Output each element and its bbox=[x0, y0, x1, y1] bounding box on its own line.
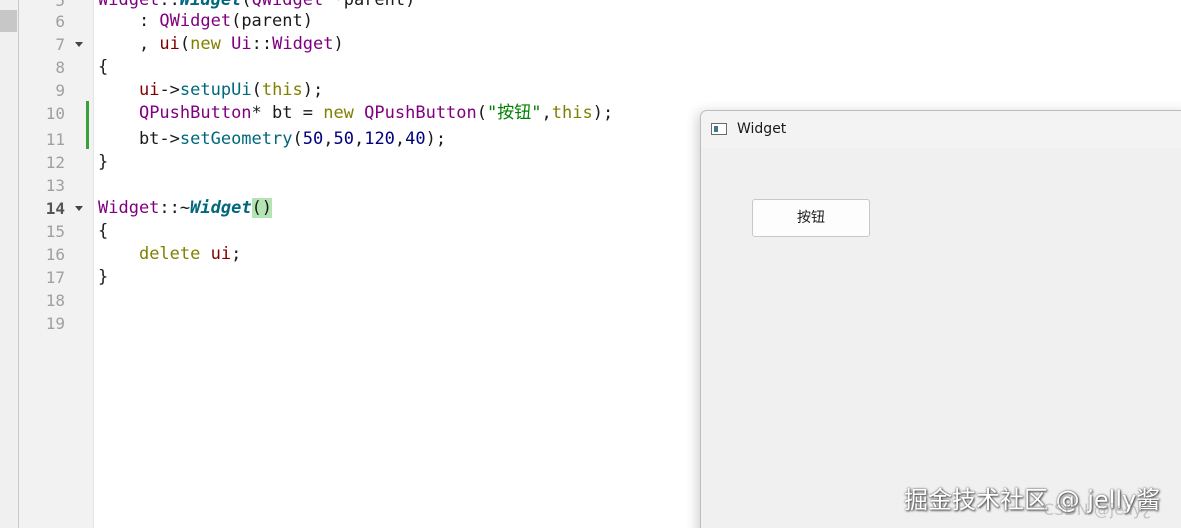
code-editor[interactable]: Widget::Widget(QWidget *parent) : QWidge… bbox=[98, 0, 708, 528]
code-line: { bbox=[98, 220, 108, 243]
code-token: , bbox=[394, 129, 406, 149]
line-number: 19 bbox=[45, 314, 65, 333]
code-token: bt-> bbox=[98, 129, 180, 149]
code-token: } bbox=[98, 267, 109, 287]
code-token: Widget bbox=[179, 0, 242, 10]
code-line: QPushButton* bt = new QPushButton("按钮",t… bbox=[98, 102, 613, 125]
code-token: { bbox=[98, 57, 109, 77]
code-token: Widget bbox=[272, 34, 334, 54]
code-token: : bbox=[98, 11, 160, 31]
code-token: this bbox=[551, 103, 593, 123]
line-number: 10 bbox=[45, 104, 65, 123]
code-token: QPushButton bbox=[138, 103, 252, 123]
code-token: ::~ bbox=[159, 198, 191, 218]
line-number: 9 bbox=[55, 81, 65, 100]
code-token: ); bbox=[302, 80, 324, 100]
change-marker bbox=[86, 101, 89, 149]
code-token: -> bbox=[159, 80, 180, 100]
line-number: 8 bbox=[55, 58, 65, 77]
code-token: , bbox=[541, 103, 552, 123]
line-number-gutter: 5 6 7 8 9 10 11 12 13 14 15 16 17 18 19 bbox=[19, 0, 94, 528]
code-token: "按钮" bbox=[487, 103, 542, 123]
code-token: *parent) bbox=[323, 0, 416, 10]
code-token: this bbox=[261, 80, 303, 100]
line-number: 17 bbox=[45, 268, 65, 287]
code-token: , bbox=[353, 129, 365, 149]
code-token: QPushButton bbox=[364, 103, 477, 123]
code-token: ) bbox=[333, 34, 344, 54]
code-token: * bt = bbox=[251, 103, 324, 123]
line-number: 7 bbox=[55, 35, 65, 54]
code-token: ); bbox=[425, 129, 447, 149]
line-number-current: 14 bbox=[45, 199, 65, 218]
code-token: 50 bbox=[333, 129, 354, 149]
code-token: ui bbox=[159, 34, 180, 54]
code-token: QWidget bbox=[251, 0, 324, 10]
code-line: : QWidget(parent) bbox=[98, 10, 313, 33]
window-title: Widget bbox=[737, 121, 787, 137]
code-token: { bbox=[98, 221, 109, 241]
code-line: Widget::~Widget() bbox=[98, 197, 273, 220]
push-button[interactable]: 按钮 bbox=[752, 199, 870, 237]
code-token: ( bbox=[292, 129, 303, 149]
code-token: Widget bbox=[98, 0, 160, 10]
code-token: Widget bbox=[98, 198, 160, 218]
code-token: ); bbox=[592, 103, 614, 123]
code-line: } bbox=[98, 151, 108, 174]
window-app-icon bbox=[711, 123, 727, 135]
code-token: setupUi bbox=[179, 80, 252, 100]
line-number: 16 bbox=[45, 245, 65, 264]
line-number: 12 bbox=[45, 153, 65, 172]
line-number: 15 bbox=[45, 222, 65, 241]
code-token: ( bbox=[241, 0, 252, 10]
code-token: ; bbox=[231, 244, 242, 264]
code-token: Widget bbox=[190, 198, 252, 218]
left-panel-strip bbox=[0, 0, 19, 528]
screen: 5 6 7 8 9 10 11 12 13 14 15 16 17 18 19 … bbox=[0, 0, 1181, 528]
code-line: , ui(new Ui::Widget) bbox=[98, 33, 344, 56]
code-token: :: bbox=[251, 34, 273, 54]
code-token: 120 bbox=[364, 129, 395, 149]
code-token: , bbox=[323, 129, 334, 149]
code-token: ( bbox=[179, 34, 191, 54]
fold-arrow-icon[interactable] bbox=[75, 206, 83, 211]
code-token: ( bbox=[476, 103, 488, 123]
code-token: setGeometry bbox=[179, 129, 293, 149]
code-token: 50 bbox=[302, 129, 324, 149]
code-line: { bbox=[98, 56, 108, 79]
code-token: ui bbox=[138, 80, 160, 100]
code-token: delete bbox=[138, 244, 201, 264]
code-token: 40 bbox=[405, 129, 426, 149]
line-number: 11 bbox=[45, 130, 65, 149]
line-number: 6 bbox=[55, 12, 65, 31]
line-number: 13 bbox=[45, 176, 65, 195]
code-line: } bbox=[98, 266, 108, 289]
code-token: new bbox=[323, 103, 354, 123]
code-token: ( bbox=[251, 80, 262, 100]
panel-marker[interactable] bbox=[0, 10, 17, 32]
watermark-sub: CSDN @jelly¿ bbox=[1043, 500, 1151, 519]
code-token: , bbox=[98, 34, 160, 54]
window-title-bar[interactable]: Widget bbox=[701, 111, 1181, 148]
code-token: new bbox=[190, 34, 221, 54]
code-token: } bbox=[98, 152, 109, 172]
code-token: QWidget bbox=[159, 11, 232, 31]
code-line: delete ui; bbox=[98, 243, 241, 266]
code-token: :: bbox=[159, 0, 180, 10]
code-line: bt->setGeometry(50,50,120,40); bbox=[98, 128, 446, 151]
code-token: () bbox=[251, 198, 273, 218]
code-token: ui bbox=[210, 244, 232, 264]
code-line: ui->setupUi(this); bbox=[98, 79, 323, 102]
code-token: Ui bbox=[231, 34, 252, 54]
fold-arrow-icon[interactable] bbox=[75, 42, 83, 47]
line-number: 18 bbox=[45, 291, 65, 310]
code-token: (parent) bbox=[231, 11, 313, 31]
qt-widget-window[interactable]: Widget 按钮 bbox=[700, 110, 1181, 528]
